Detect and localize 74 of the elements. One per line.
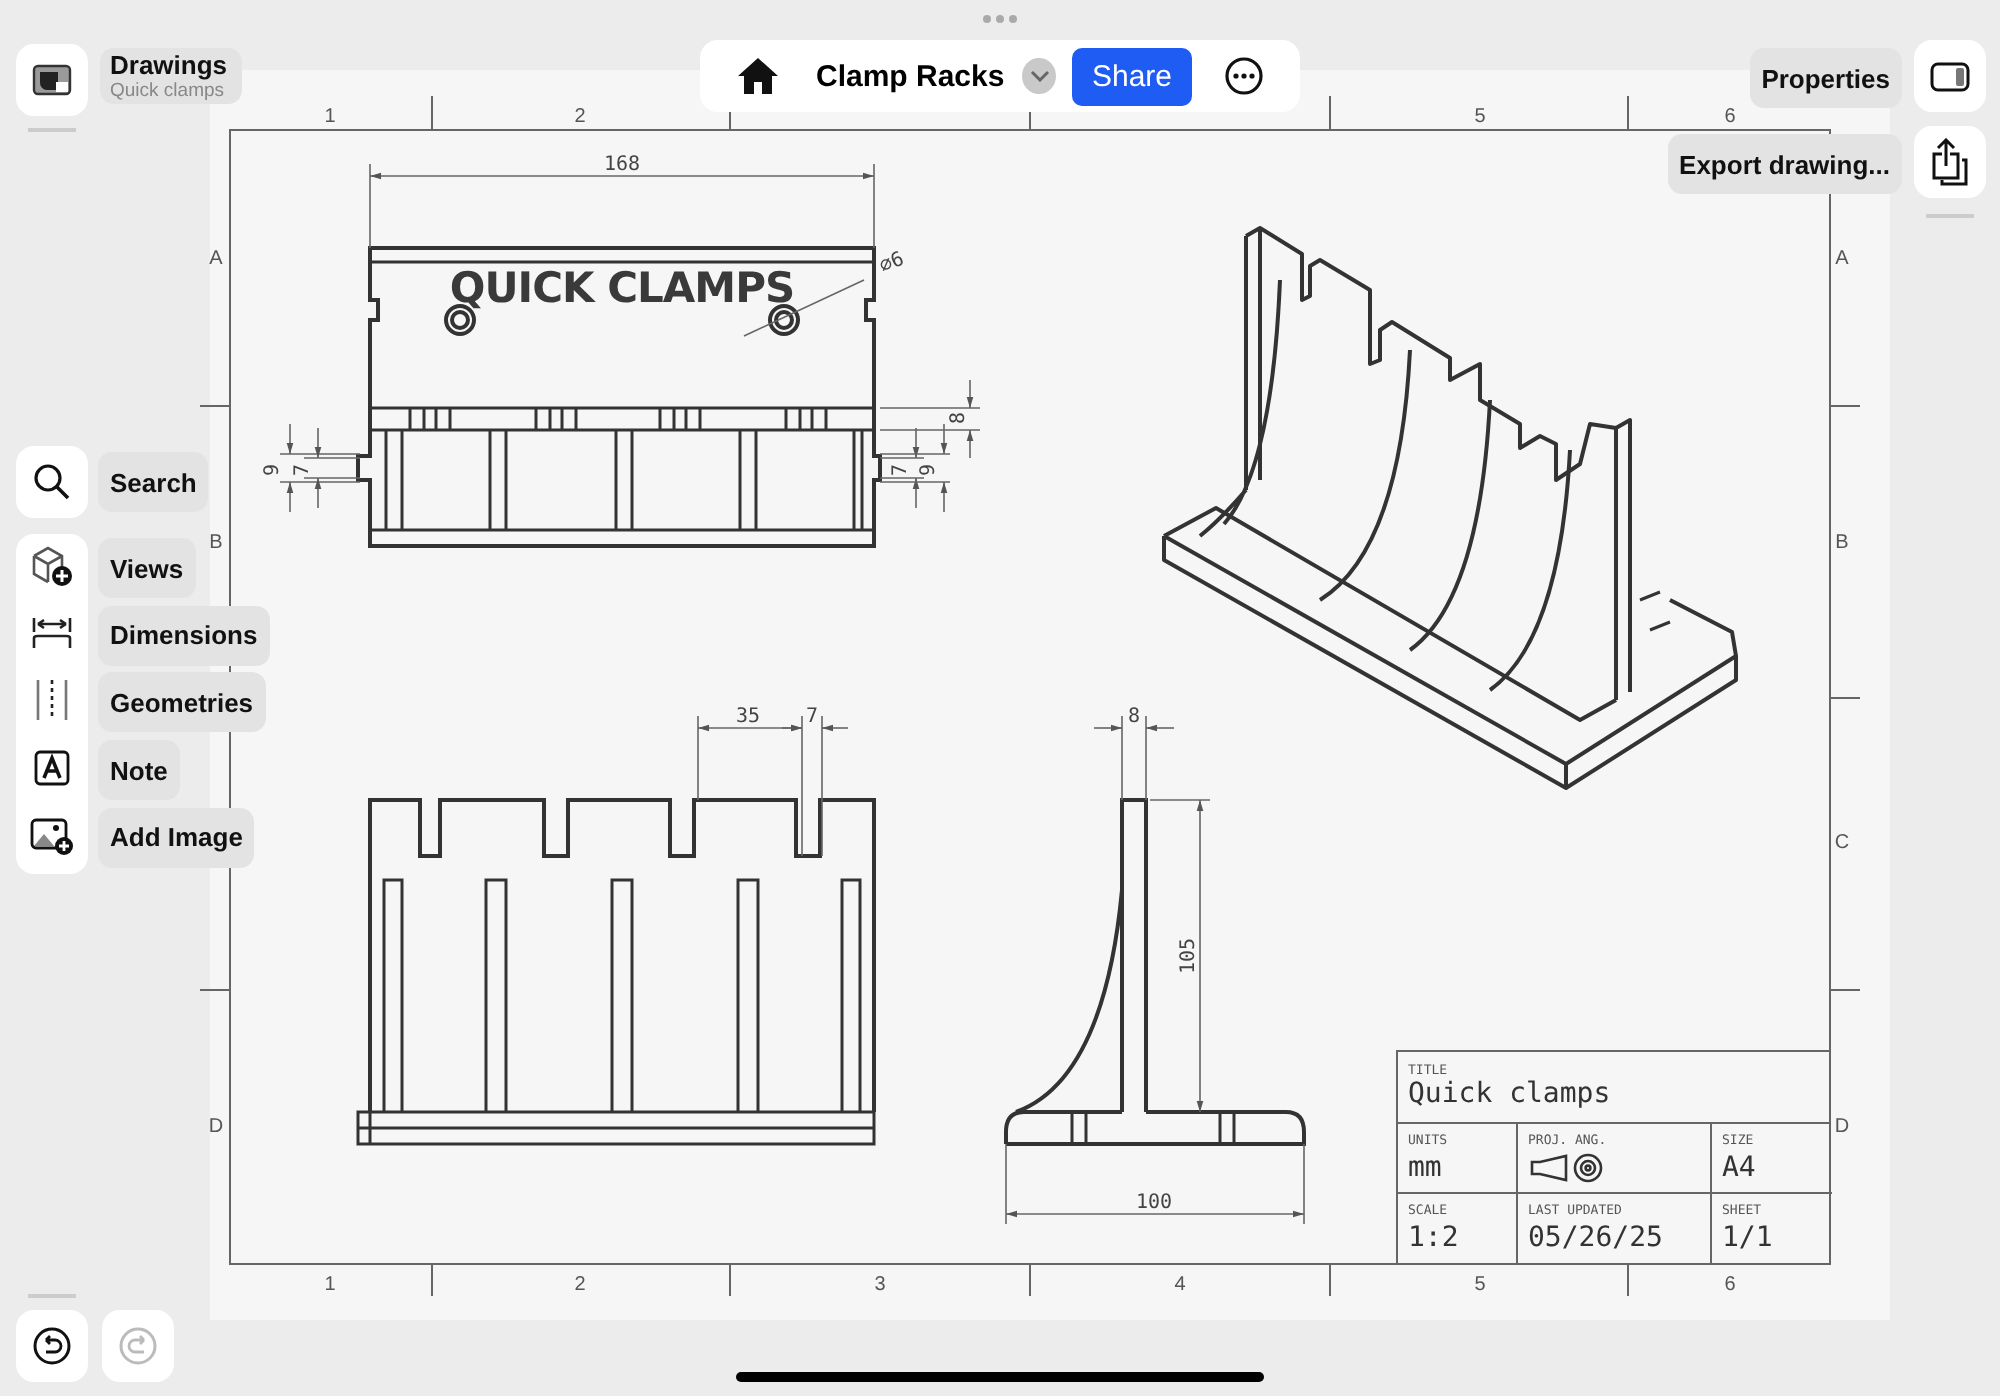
zone-label: D: [208, 1116, 224, 1138]
engraved-text: QUICK CLAMPS: [449, 264, 795, 312]
title-value: Quick clamps: [1408, 1078, 1613, 1110]
dimension-icon: [30, 613, 74, 654]
zone-label: 2: [574, 1274, 586, 1296]
drawing-file-icon: [32, 64, 72, 96]
redo-icon: [118, 1326, 158, 1366]
field-value: 1/1: [1722, 1222, 1775, 1254]
text-note-icon: [34, 750, 70, 787]
dimension-label: 8: [1127, 706, 1141, 728]
drawings-button[interactable]: [16, 44, 88, 116]
tool-label[interactable]: Dimensions: [98, 605, 270, 666]
search-icon: [32, 462, 72, 502]
undo-icon: [32, 1326, 72, 1366]
document-name: Clamp Racks: [816, 59, 1005, 93]
dimension-label: 9: [262, 463, 284, 477]
dimension-label: 168: [603, 154, 641, 176]
sidebar-button[interactable]: [1914, 40, 1986, 112]
construction-lines-icon: [32, 678, 72, 723]
drag-handle-icon[interactable]: [982, 14, 1018, 24]
dimension-label: 105: [1178, 937, 1200, 975]
dimension-label: 7: [805, 706, 819, 728]
field-value: 05/26/25: [1528, 1222, 1665, 1254]
tool-label[interactable]: Add Image: [98, 807, 255, 868]
home-button[interactable]: [736, 56, 780, 96]
home-icon: [736, 56, 780, 96]
zone-label: 6: [1724, 106, 1736, 128]
tool-label[interactable]: Search: [98, 452, 209, 512]
document-title-pill[interactable]: Drawings Quick clamps: [100, 48, 242, 104]
field-value: mm: [1408, 1152, 1444, 1184]
zone-label: A: [1835, 248, 1849, 270]
export-button[interactable]: [1914, 126, 1986, 198]
zone-label: C: [1834, 832, 1850, 854]
more-icon: [1224, 56, 1264, 96]
dimension-label: ⌀6: [876, 248, 908, 279]
tool-label[interactable]: Note: [98, 740, 180, 801]
zone-label: A: [209, 248, 223, 270]
action-label[interactable]: Export drawing...: [1667, 134, 1902, 194]
dimension-label: 8: [948, 411, 970, 425]
dimension-label: 100: [1135, 1192, 1173, 1214]
document-title: Drawings: [110, 51, 228, 79]
sidebar-icon: [1930, 61, 1970, 91]
tool-label[interactable]: Geometries: [98, 672, 266, 733]
zone-label: 5: [1474, 106, 1486, 128]
image-add-icon: [30, 815, 74, 856]
document-subtitle: Quick clamps: [110, 79, 225, 101]
zone-label: 1: [324, 106, 336, 128]
dimension-label: 7: [890, 463, 912, 477]
dimension-line: [279, 423, 361, 513]
tool-label[interactable]: Views: [98, 538, 196, 598]
share-icon: [1930, 138, 1970, 186]
search-tool-button[interactable]: [16, 446, 88, 518]
zone-label: 2: [574, 106, 586, 128]
more-button[interactable]: [1224, 56, 1264, 96]
zone-label: 6: [1724, 1274, 1736, 1296]
dropdown-button[interactable]: [1022, 58, 1056, 94]
zone-label: B: [209, 532, 223, 554]
dimension-label: 7: [292, 463, 314, 477]
share-button[interactable]: Share: [1071, 47, 1192, 105]
zone-label: 3: [874, 1274, 886, 1296]
dimension-label: 35: [735, 706, 761, 728]
action-label[interactable]: Properties: [1749, 48, 1902, 108]
zone-label: 5: [1474, 1274, 1486, 1296]
zone-label: D: [1834, 1116, 1850, 1138]
field-value: 1:2: [1408, 1222, 1461, 1254]
zone-label: B: [1835, 532, 1849, 554]
dimension-label: 9: [918, 463, 940, 477]
projection-symbol-icon: [1528, 1152, 1608, 1184]
undo-button[interactable]: [16, 1310, 88, 1382]
cube-add-icon: [30, 544, 74, 588]
field-value: A4: [1722, 1152, 1758, 1184]
zone-label: 1: [324, 1274, 336, 1296]
zone-label: 4: [1174, 1274, 1186, 1296]
chevron-down-icon: [1029, 70, 1050, 82]
